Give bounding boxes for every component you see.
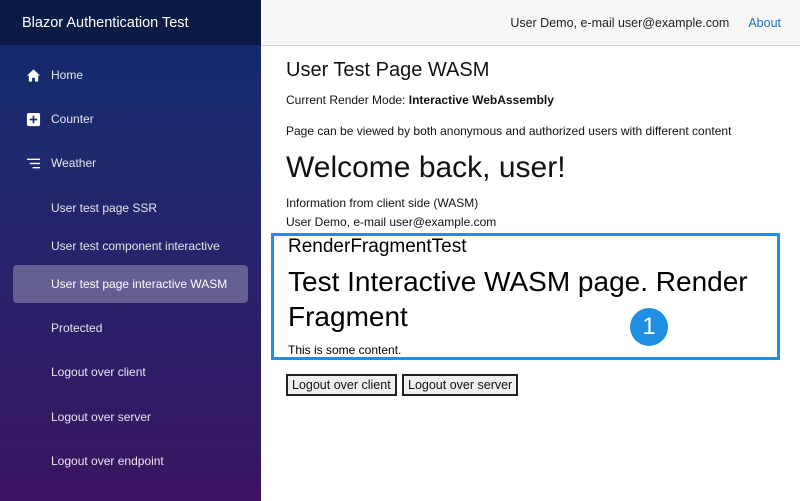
nav-item-label: Home	[51, 68, 84, 82]
fragment-content: This is some content.	[288, 343, 402, 357]
nav-item-counter[interactable]: Counter	[13, 100, 248, 138]
nav-item-weather[interactable]: Weather	[13, 144, 248, 182]
page-title: User Test Page WASM	[286, 59, 490, 81]
home-icon	[25, 67, 41, 83]
logout-server-button[interactable]: Logout over server	[402, 374, 519, 396]
client-user-info: User Demo, e-mail user@example.com	[286, 215, 497, 229]
about-link[interactable]: About	[748, 16, 781, 30]
nav-item-logout-endpoint[interactable]: Logout over endpoint	[13, 442, 248, 480]
nav-item-user-test-wasm[interactable]: User test page interactive WASM	[13, 265, 248, 303]
nav-item-protected[interactable]: Protected	[13, 309, 248, 347]
brand-title[interactable]: Blazor Authentication Test	[22, 15, 189, 31]
logout-client-button[interactable]: Logout over client	[286, 374, 397, 396]
nav-item-user-test-ssr[interactable]: User test page SSR	[13, 189, 248, 227]
plus-square-icon	[25, 111, 41, 127]
nav-item-home[interactable]: Home	[13, 56, 248, 94]
annotation-badge: 1	[630, 308, 668, 346]
nav-item-label: Weather	[51, 156, 97, 170]
client-info-label: Information from client side (WASM)	[286, 196, 479, 210]
nav-item-label: Logout over endpoint	[51, 454, 164, 468]
nav-item-label: Protected	[51, 321, 103, 335]
render-fragment-box: RenderFragmentTest Test Interactive WASM…	[271, 233, 780, 360]
nav-item-label: Counter	[51, 112, 94, 126]
welcome-heading: Welcome back, user!	[286, 151, 566, 184]
user-info: User Demo, e-mail user@example.com	[510, 15, 730, 30]
render-mode-value: Interactive WebAssembly	[408, 93, 554, 107]
top-bar: User Demo, e-mail user@example.com About	[261, 0, 800, 46]
fragment-title: RenderFragmentTest	[288, 236, 467, 257]
nav-item-label: User test page interactive WASM	[51, 277, 228, 291]
nav-item-logout-client[interactable]: Logout over client	[13, 353, 248, 391]
render-mode: Current Render Mode: Interactive WebAsse…	[286, 93, 554, 107]
list-icon	[25, 155, 41, 171]
page-description: Page can be viewed by both anonymous and…	[286, 124, 732, 138]
nav-item-label: User test page SSR	[51, 201, 158, 215]
sidebar: Blazor Authentication Test Home Counter …	[0, 0, 261, 501]
nav-item-user-test-component-interactive[interactable]: User test component interactive	[13, 227, 248, 265]
nav-item-logout-server[interactable]: Logout over server	[13, 398, 248, 436]
render-mode-label: Current Render Mode:	[286, 93, 409, 107]
nav-item-label: User test component interactive	[51, 239, 220, 253]
nav-item-label: Logout over server	[51, 410, 152, 424]
brand-bar: Blazor Authentication Test	[0, 0, 261, 45]
app-window: Blazor Authentication Test Home Counter …	[0, 0, 800, 501]
nav-item-label: Logout over client	[51, 365, 146, 379]
fragment-heading: Test Interactive WASM page. Render Fragm…	[288, 266, 748, 332]
